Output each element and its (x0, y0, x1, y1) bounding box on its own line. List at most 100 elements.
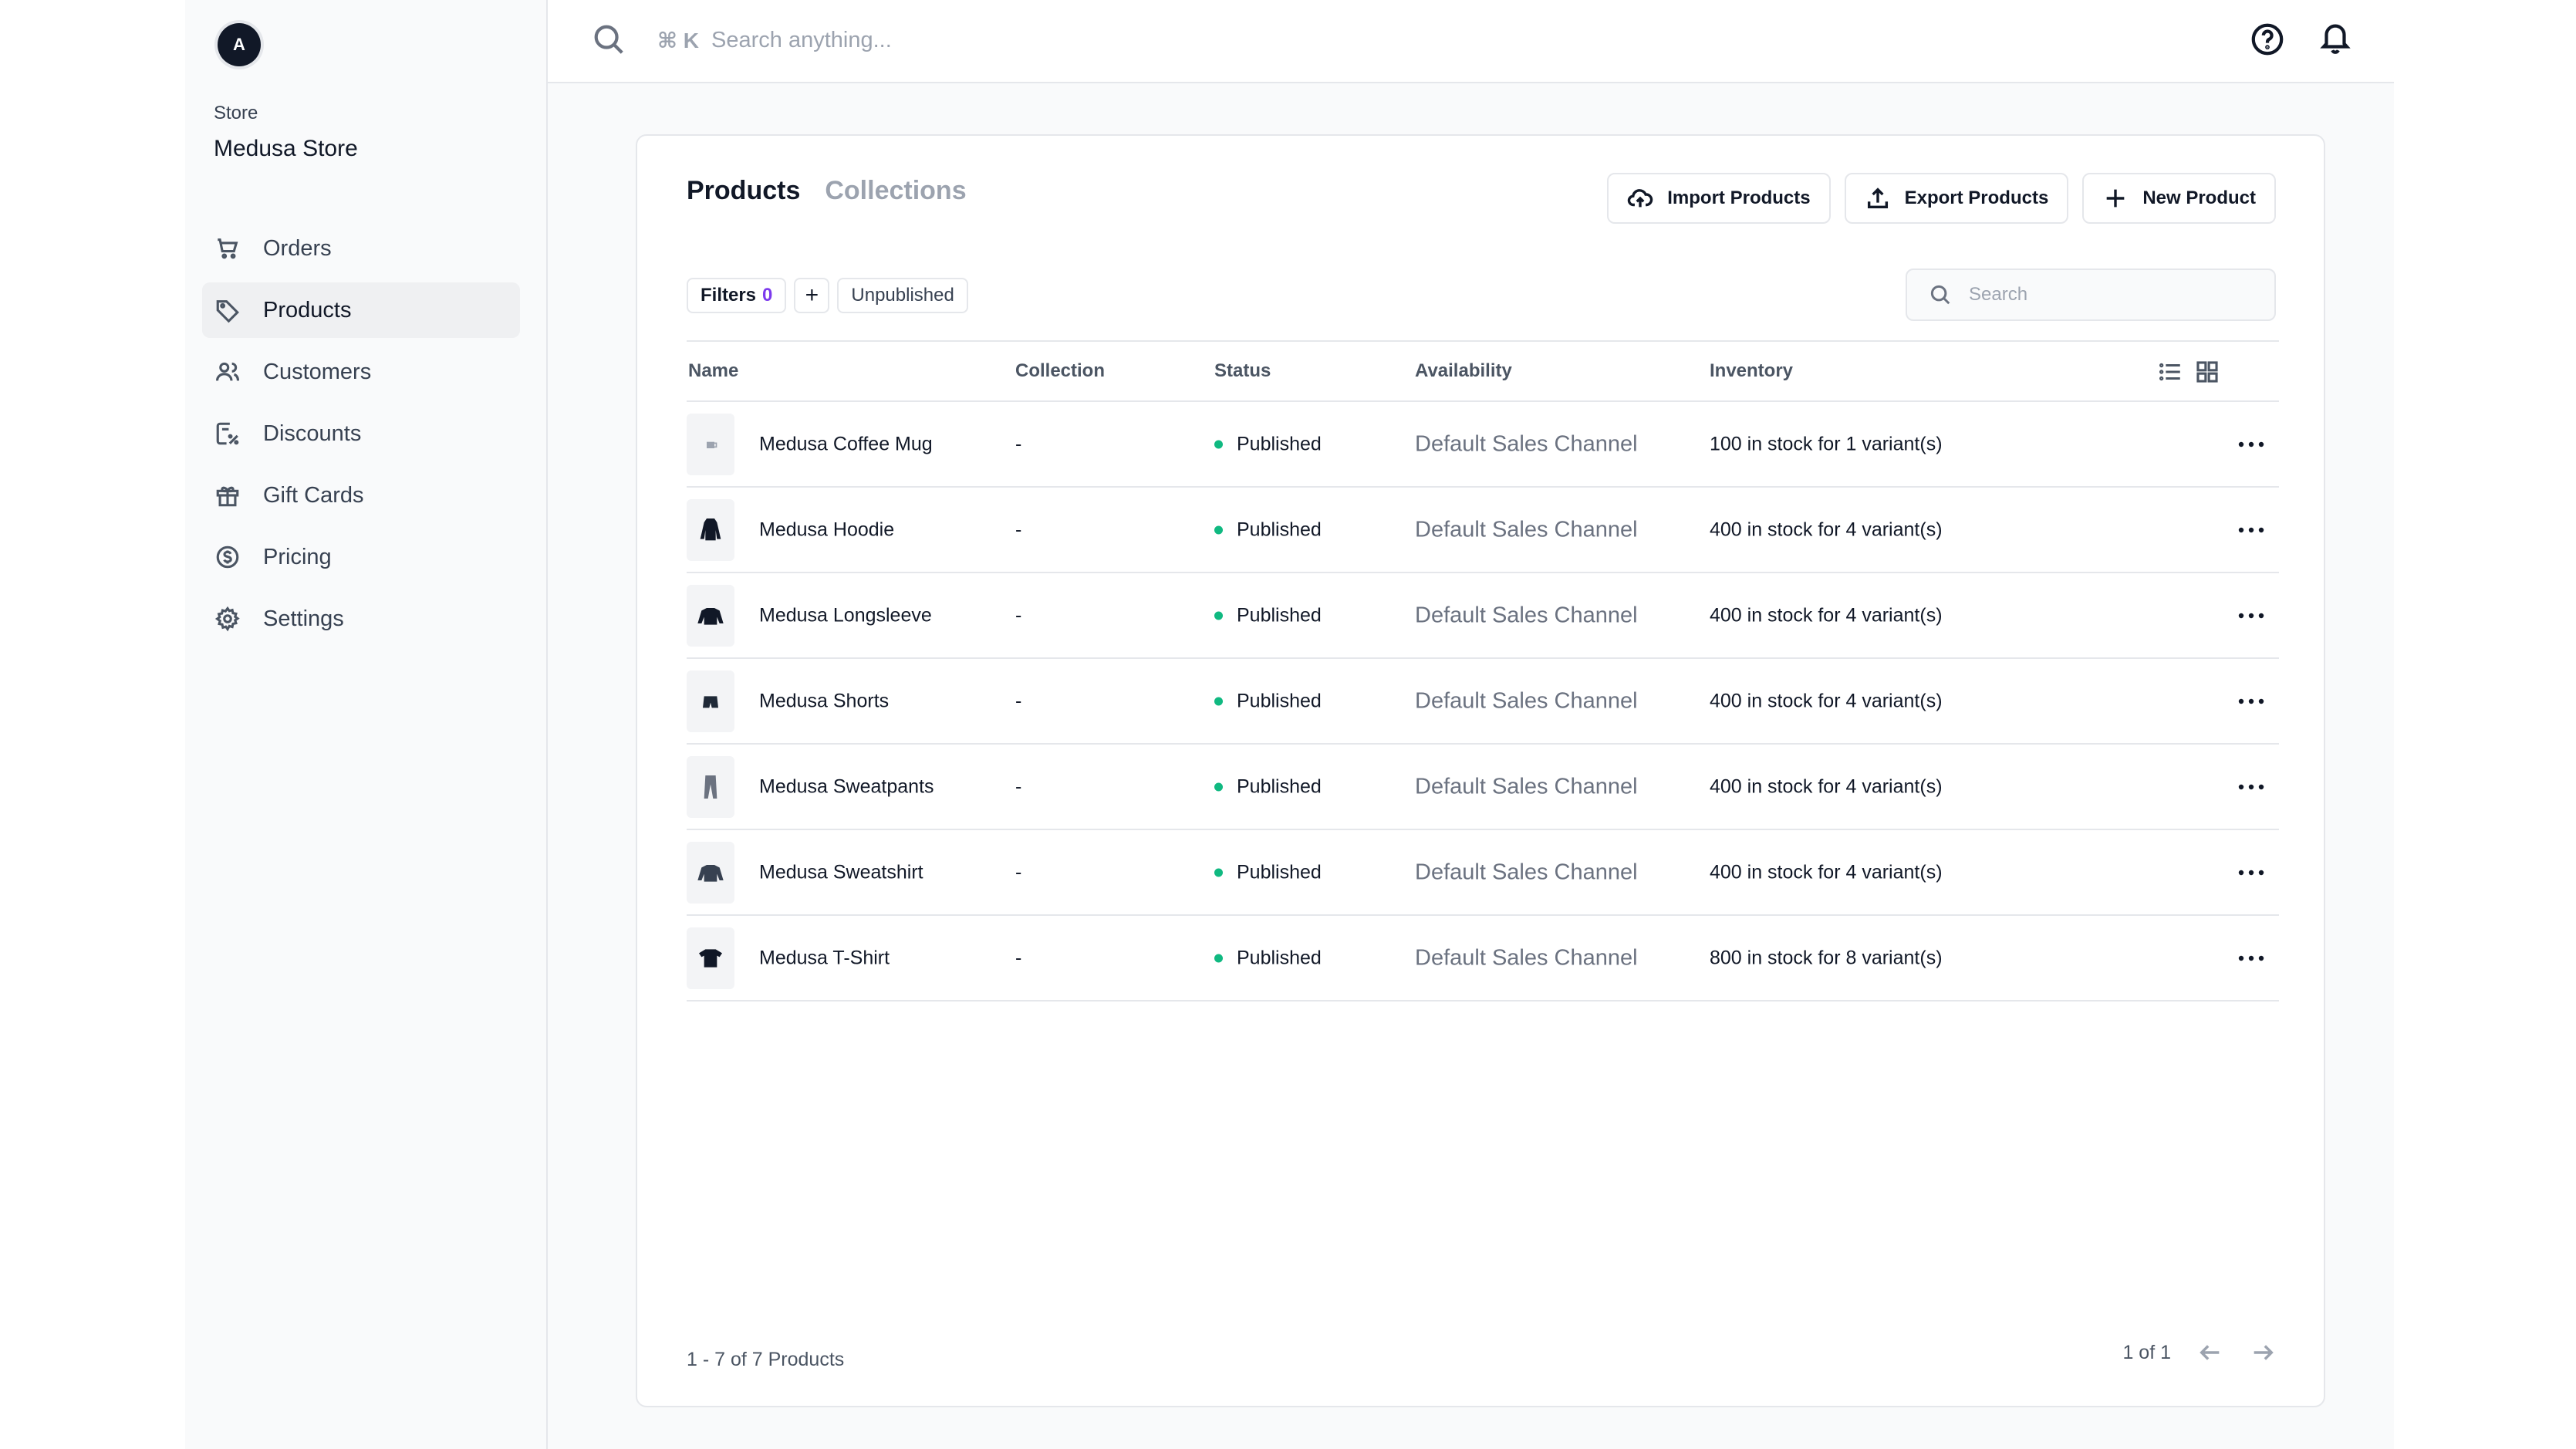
dollar-icon (214, 543, 241, 571)
global-search-input[interactable] (711, 23, 1251, 57)
table-row[interactable]: Medusa Coffee Mug - Published Default Sa… (687, 402, 2279, 488)
upload-icon (1867, 187, 1888, 209)
product-thumbnail (687, 584, 734, 647)
product-inventory: 400 in stock for 4 variant(s) (1710, 775, 1943, 797)
product-status: Published (1214, 861, 1322, 883)
table-row[interactable]: Medusa Sweatshirt - Published Default Sa… (687, 830, 2279, 916)
users-icon (214, 358, 241, 386)
sidebar-item-pricing[interactable]: Pricing (202, 529, 520, 585)
column-header-name[interactable]: Name (688, 360, 738, 382)
product-status: Published (1214, 433, 1322, 455)
table-search[interactable] (1906, 269, 2276, 321)
product-name: Medusa Shorts (759, 690, 890, 711)
tab-collections[interactable]: Collections (825, 176, 966, 206)
sidebar-item-gift-cards[interactable]: Gift Cards (202, 468, 520, 523)
sidebar-item-products[interactable]: Products (202, 282, 520, 338)
add-filter-button[interactable]: + (794, 278, 830, 313)
tab-products[interactable]: Products (687, 176, 800, 206)
filters-count: 0 (762, 285, 773, 306)
table-header: Name Collection Status Availability Inve… (687, 340, 2279, 402)
product-thumbnail (687, 413, 734, 475)
more-actions-icon[interactable] (2236, 857, 2267, 888)
card-actions: Import Products Export Products New Prod… (1607, 173, 2276, 224)
product-inventory: 800 in stock for 8 variant(s) (1710, 947, 1943, 968)
status-text: Published (1237, 604, 1322, 626)
product-inventory: 400 in stock for 4 variant(s) (1710, 861, 1943, 883)
product-availability: Default Sales Channel (1415, 603, 1638, 627)
status-text: Published (1237, 518, 1322, 540)
help-icon[interactable] (2250, 22, 2285, 57)
sidebar-item-customers[interactable]: Customers (202, 344, 520, 400)
product-availability: Default Sales Channel (1415, 860, 1638, 884)
export-products-button[interactable]: Export Products (1844, 173, 2069, 224)
product-status: Published (1214, 947, 1322, 969)
column-header-status[interactable]: Status (1214, 360, 1271, 382)
filters-button[interactable]: Filters 0 (687, 278, 787, 313)
more-actions-icon[interactable] (2236, 515, 2267, 545)
sidebar-item-label: Pricing (263, 544, 332, 569)
bell-icon[interactable] (2318, 20, 2353, 56)
products-card: Products Collections Import Products Exp… (636, 134, 2325, 1407)
product-status: Published (1214, 775, 1322, 798)
column-header-inventory[interactable]: Inventory (1710, 360, 1793, 382)
new-product-button[interactable]: New Product (2082, 173, 2276, 224)
product-availability: Default Sales Channel (1415, 431, 1638, 456)
product-collection: - (1015, 947, 1022, 968)
product-availability: Default Sales Channel (1415, 945, 1638, 970)
more-actions-icon[interactable] (2236, 772, 2267, 802)
arrow-left-icon[interactable] (2197, 1339, 2223, 1366)
product-availability: Default Sales Channel (1415, 517, 1638, 542)
product-name: Medusa Sweatpants (759, 775, 934, 797)
sidebar-item-label: Products (263, 297, 352, 323)
product-thumbnail (687, 670, 734, 732)
product-collection: - (1015, 690, 1022, 711)
table-row[interactable]: Medusa Shorts - Published Default Sales … (687, 659, 2279, 745)
more-actions-icon[interactable] (2236, 600, 2267, 631)
import-products-button[interactable]: Import Products (1607, 173, 1831, 224)
sidebar-item-settings[interactable]: Settings (202, 591, 520, 647)
saved-view-unpublished[interactable]: Unpublished (837, 278, 968, 313)
table-row[interactable]: Medusa Longsleeve - Published Default Sa… (687, 573, 2279, 659)
longsleeve-icon (697, 607, 724, 625)
store-avatar[interactable]: A (218, 23, 261, 66)
table-row[interactable]: Medusa Hoodie - Published Default Sales … (687, 488, 2279, 573)
plus-icon (2106, 189, 2125, 208)
product-thumbnail (687, 755, 734, 818)
table-search-input[interactable] (1969, 284, 2262, 306)
export-products-label: Export Products (1904, 187, 2049, 208)
mug-icon (707, 441, 717, 448)
product-name: Medusa Longsleeve (759, 604, 932, 626)
sweatpants-icon (704, 775, 717, 799)
grid-view-icon[interactable] (2194, 359, 2220, 385)
sidebar-item-label: Settings (263, 606, 344, 631)
products-table: Name Collection Status Availability Inve… (687, 340, 2279, 1001)
product-inventory: 400 in stock for 4 variant(s) (1710, 518, 1943, 540)
product-inventory: 100 in stock for 1 variant(s) (1710, 433, 1943, 454)
column-header-collection[interactable]: Collection (1015, 360, 1105, 382)
product-thumbnail (687, 841, 734, 904)
column-header-availability[interactable]: Availability (1415, 360, 1512, 382)
product-inventory: 400 in stock for 4 variant(s) (1710, 604, 1943, 626)
status-dot (1214, 440, 1223, 448)
product-status: Published (1214, 690, 1322, 712)
more-actions-icon[interactable] (2236, 686, 2267, 717)
arrow-right-icon[interactable] (2250, 1339, 2276, 1366)
view-toggle (2157, 359, 2220, 385)
product-name: Medusa Sweatshirt (759, 861, 923, 883)
results-count: 1 - 7 of 7 Products (687, 1349, 845, 1370)
table-row[interactable]: Medusa T-Shirt - Published Default Sales… (687, 916, 2279, 1001)
more-actions-icon[interactable] (2236, 429, 2267, 460)
sidebar-item-label: Customers (263, 359, 372, 384)
store-label: Store (214, 103, 258, 123)
sidebar-item-discounts[interactable]: Discounts (202, 406, 520, 461)
status-text: Published (1237, 947, 1322, 968)
search-icon[interactable] (591, 22, 626, 57)
list-view-icon[interactable] (2157, 359, 2183, 385)
search-icon (1930, 285, 1950, 305)
product-name: Medusa T-Shirt (759, 947, 890, 968)
status-text: Published (1237, 861, 1322, 883)
upload-cloud-icon (1628, 189, 1653, 208)
more-actions-icon[interactable] (2236, 943, 2267, 974)
sidebar-item-orders[interactable]: Orders (202, 221, 520, 276)
table-row[interactable]: Medusa Sweatpants - Published Default Sa… (687, 745, 2279, 830)
